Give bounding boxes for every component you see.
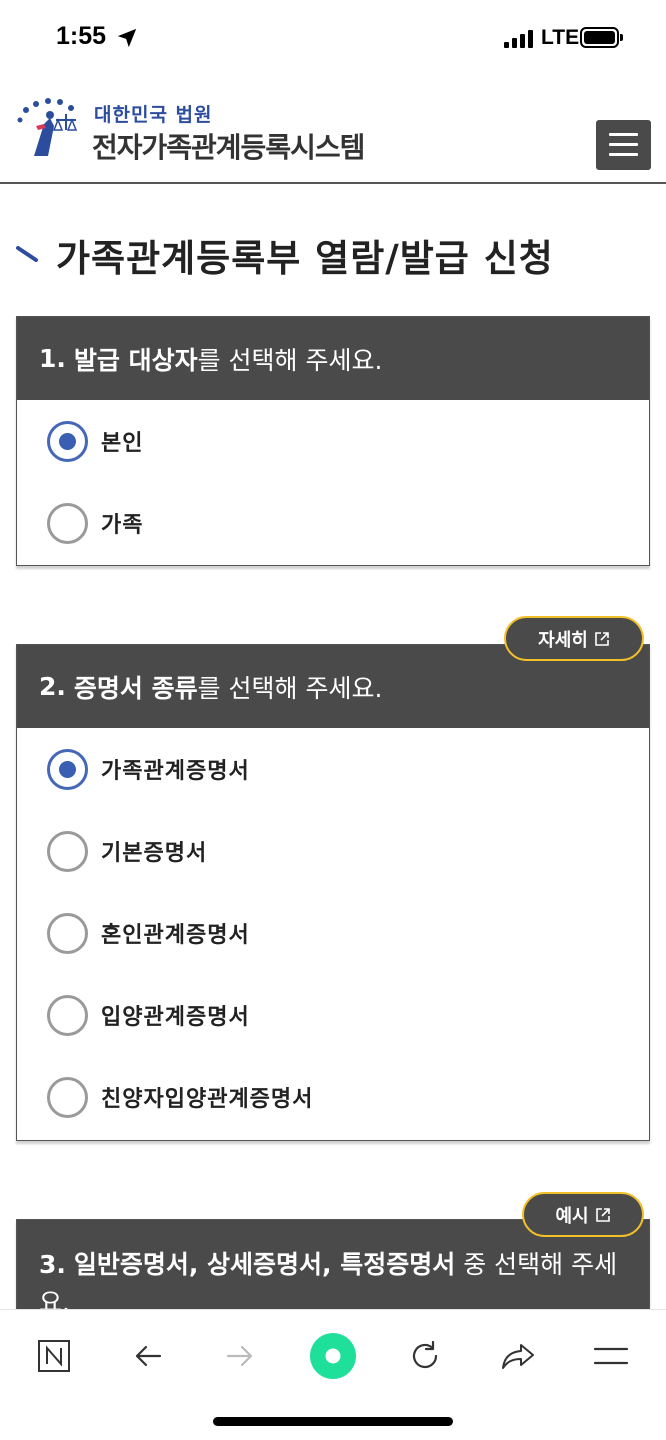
radio-button[interactable] [47, 1076, 88, 1118]
share-button[interactable] [494, 1332, 542, 1380]
battery-icon [580, 27, 623, 48]
section-title-bold: 증명서 종류 [73, 673, 198, 703]
site-header: 대한민국 법원 전자가족관계등록시스템 [0, 78, 666, 184]
browser-toolbar [0, 1309, 666, 1440]
network-type: LTE [541, 26, 580, 49]
section-title-rest: 를 선택해 주세요. [197, 345, 383, 375]
option-label: 기본증명서 [101, 841, 208, 866]
menu-icon [593, 1347, 629, 1365]
option-family[interactable]: 가족 [17, 482, 649, 564]
section-title-bold: 일반증명서, 상세증명서, 특정증명서 [73, 1250, 456, 1279]
green-dot-icon [310, 1333, 356, 1379]
option-full-adoption-cert[interactable]: 친양자입양관계증명서 [17, 1056, 649, 1138]
section-number: 3. [39, 1250, 66, 1279]
option-label: 입양관계증명서 [101, 1005, 250, 1030]
forward-button[interactable] [216, 1332, 264, 1380]
browser-menu-button[interactable] [587, 1332, 635, 1380]
green-dot-button[interactable] [305, 1328, 361, 1384]
external-link-icon [595, 1207, 610, 1222]
option-adoption-cert[interactable]: 입양관계증명서 [17, 974, 649, 1056]
radio-button[interactable] [47, 994, 88, 1036]
section-number: 2. [39, 672, 66, 701]
page-title: 가족관계등록부 열람/발급 신청 [56, 237, 554, 280]
example-button-label: 예시 [555, 1205, 589, 1227]
logo-title[interactable]: 전자가족관계등록시스템 [92, 126, 365, 166]
status-time: 1:55 [56, 22, 107, 50]
section-certificate-type: 2. 증명서 종류 를 선택해 주세요. 가족관계증명서 기본증명서 혼인관계증명… [16, 644, 650, 1141]
option-basic-cert[interactable]: 기본증명서 [17, 810, 649, 892]
option-label: 친양자입양관계증명서 [101, 1087, 314, 1112]
section-title-rest: 를 선택해 주세요. [197, 673, 383, 703]
hamburger-menu-button[interactable] [596, 120, 651, 170]
back-arrow-icon [135, 1345, 162, 1367]
radio-button[interactable] [47, 502, 88, 544]
radio-button[interactable] [47, 748, 88, 790]
refresh-button[interactable] [401, 1332, 449, 1380]
option-label: 가족관계증명서 [101, 759, 250, 784]
detail-button[interactable]: 자세히 [504, 616, 644, 661]
back-button[interactable] [124, 1332, 172, 1380]
refresh-icon [412, 1340, 438, 1369]
naver-home-button[interactable] [30, 1332, 78, 1380]
section-issue-target: 1. 발급 대상자 를 선택해 주세요. 본인 가족 [16, 316, 650, 566]
cellular-signal-icon [504, 30, 534, 48]
section-title-bold: 발급 대상자 [73, 345, 198, 375]
option-label: 혼인관계증명서 [101, 923, 250, 948]
title-slash-icon [16, 246, 38, 262]
option-marriage-cert[interactable]: 혼인관계증명서 [17, 892, 649, 974]
page-title-area: 가족관계등록부 열람/발급 신청 [16, 228, 656, 282]
option-label: 본인 [101, 431, 144, 456]
section-header: 1. 발급 대상자 를 선택해 주세요. [17, 317, 649, 400]
naver-n-icon [38, 1340, 70, 1372]
status-bar: 1:55 LTE [0, 0, 666, 78]
option-label: 가족 [101, 513, 144, 538]
home-indicator [213, 1417, 453, 1426]
court-emblem-icon[interactable] [14, 96, 84, 160]
radio-button[interactable] [47, 830, 88, 872]
section-number: 1. [39, 344, 66, 373]
option-family-relation-cert[interactable]: 가족관계증명서 [17, 728, 649, 810]
location-arrow-icon [117, 28, 137, 48]
external-link-icon [595, 631, 609, 646]
radio-button[interactable] [47, 420, 88, 462]
example-button[interactable]: 예시 [522, 1192, 644, 1237]
option-self[interactable]: 본인 [17, 400, 649, 482]
forward-arrow-icon [226, 1345, 253, 1367]
share-icon [502, 1344, 534, 1369]
detail-button-label: 자세히 [538, 629, 588, 651]
logo-subtitle: 대한민국 법원 [94, 104, 213, 126]
radio-button[interactable] [47, 912, 88, 954]
